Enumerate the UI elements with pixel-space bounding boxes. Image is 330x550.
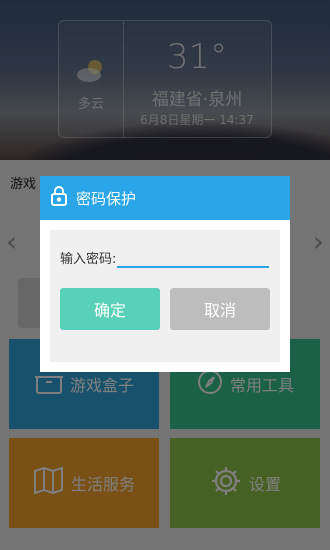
- password-dialog: 密码保护 输入密码: 确定 取消: [40, 176, 290, 372]
- password-label: 输入密码:: [60, 252, 117, 267]
- lock-icon: [50, 185, 68, 211]
- dialog-body: 输入密码: 确定 取消: [50, 230, 280, 362]
- dialog-header: 密码保护: [40, 176, 290, 220]
- cancel-button[interactable]: 取消: [170, 288, 270, 330]
- dialog-title: 密码保护: [76, 189, 137, 208]
- confirm-button[interactable]: 确定: [60, 288, 160, 330]
- password-input[interactable]: [117, 244, 269, 268]
